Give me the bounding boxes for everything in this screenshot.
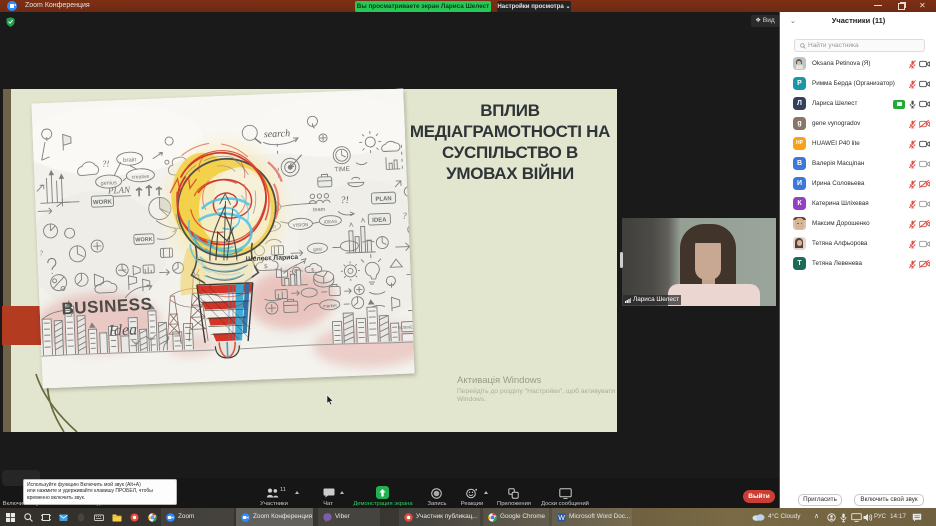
- svg-text:team: team: [313, 207, 326, 214]
- svg-text:WORK: WORK: [135, 237, 153, 244]
- svg-text:$: $: [311, 267, 314, 273]
- svg-text:?!: ?!: [102, 159, 110, 169]
- svg-text:?!: ?!: [340, 195, 349, 206]
- svg-text:PLAN: PLAN: [107, 185, 131, 196]
- svg-text:TIME: TIME: [334, 166, 350, 174]
- svg-text:Idea: Idea: [107, 322, 137, 340]
- svg-text:creative: creative: [132, 174, 150, 181]
- svg-text:?: ?: [402, 211, 407, 221]
- svg-text:market: market: [323, 303, 338, 309]
- svg-text:IDEA: IDEA: [372, 217, 387, 224]
- svg-text:BUSINESS: BUSINESS: [398, 324, 415, 330]
- svg-text:brain: brain: [123, 157, 137, 164]
- svg-text:VISION: VISION: [293, 222, 309, 228]
- svg-text:PLAN: PLAN: [375, 196, 392, 203]
- svg-text:goal: goal: [313, 247, 322, 252]
- svg-text:search: search: [264, 128, 291, 140]
- svg-text:IDEAS: IDEAS: [324, 219, 337, 225]
- svg-text:WORK: WORK: [93, 199, 113, 206]
- svg-text:W: W: [558, 515, 565, 522]
